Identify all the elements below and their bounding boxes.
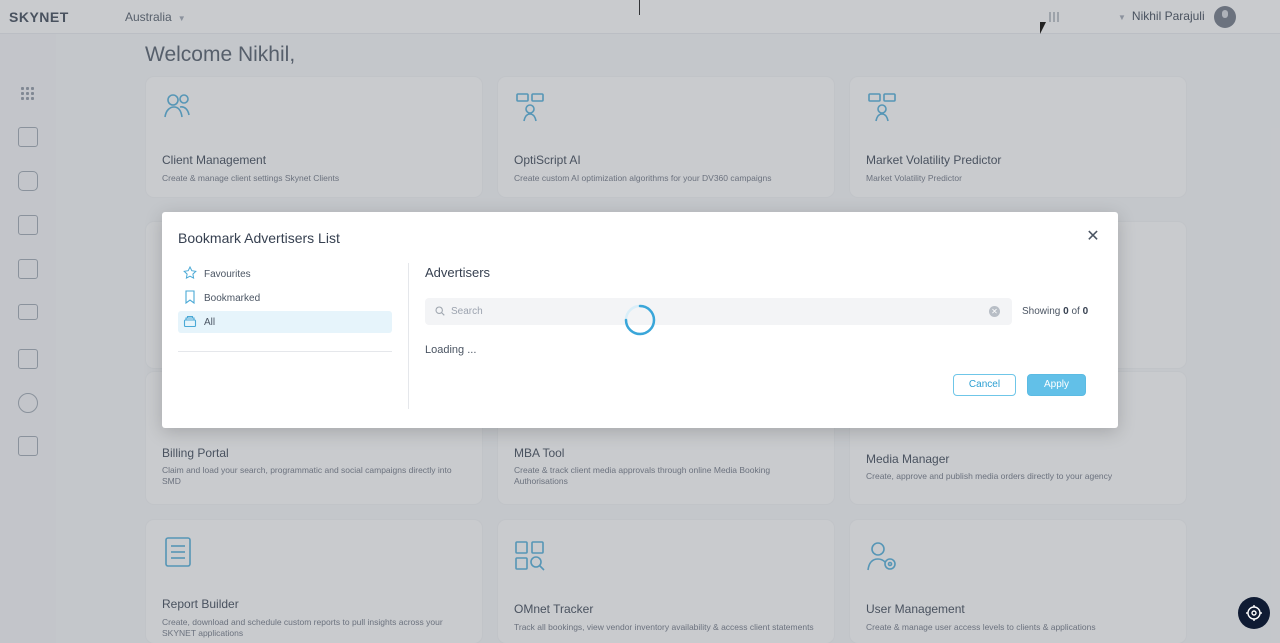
close-icon[interactable]: ✕ — [1086, 229, 1100, 245]
loading-spinner-icon — [624, 304, 656, 336]
star-icon — [183, 266, 197, 280]
divider — [408, 263, 409, 409]
cancel-button[interactable]: Cancel — [953, 374, 1016, 396]
divider — [178, 351, 392, 352]
modal-title: Bookmark Advertisers List — [178, 230, 340, 246]
help-button[interactable] — [1238, 597, 1270, 629]
bookmark-advertisers-modal: Bookmark Advertisers List ✕ Favourites B… — [162, 212, 1118, 428]
showing-label: Showing — [1022, 306, 1061, 317]
list-item-all[interactable]: All — [178, 311, 392, 333]
loading-text: Loading ... — [425, 344, 477, 356]
search-box[interactable]: ✕ — [425, 298, 1012, 325]
mouse-pointer — [1040, 22, 1046, 34]
showing-count: 0 — [1063, 306, 1069, 317]
showing-total: 0 — [1082, 306, 1089, 317]
apply-button[interactable]: Apply — [1027, 374, 1086, 396]
bookmark-icon — [185, 290, 195, 304]
search-icon — [435, 306, 445, 316]
search-input[interactable] — [451, 298, 971, 325]
clear-icon[interactable]: ✕ — [989, 306, 1000, 317]
list-item-label: Bookmarked — [204, 293, 261, 304]
list-item-bookmarked[interactable]: Bookmarked — [178, 287, 392, 309]
advertisers-heading: Advertisers — [425, 265, 491, 280]
list-item-label: All — [204, 317, 216, 328]
stack-icon — [183, 315, 197, 328]
showing-of: of — [1071, 306, 1080, 317]
list-item-favourites[interactable]: Favourites — [178, 263, 392, 285]
list-item-label: Favourites — [204, 269, 251, 280]
results-count: Showing 0 of 0 — [1022, 306, 1088, 317]
settings-icon — [1246, 605, 1262, 621]
